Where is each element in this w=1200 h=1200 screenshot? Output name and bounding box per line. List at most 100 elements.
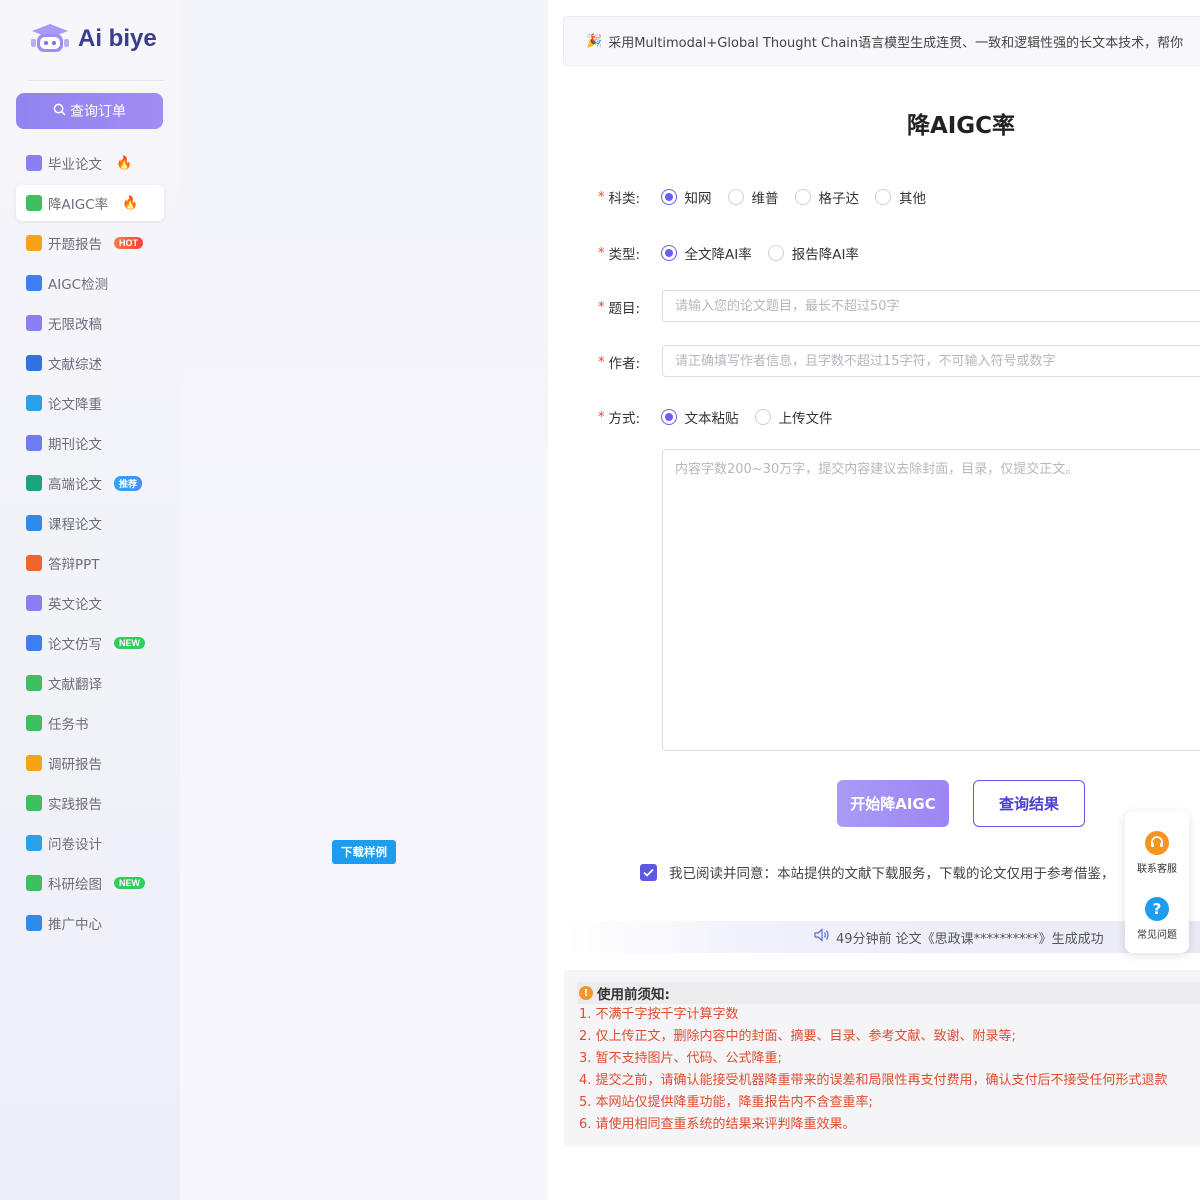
question-icon: ?	[1145, 897, 1169, 921]
contact-service-button[interactable]: 联系客服	[1125, 831, 1189, 875]
book-icon	[26, 355, 42, 371]
category-radio-group: 知网 维普 格子达 其他	[660, 187, 943, 207]
ppt-icon	[26, 555, 42, 571]
sidebar-item-label: 英文论文	[48, 597, 102, 613]
sidebar-item-label: AIGC检测	[48, 277, 109, 293]
agree-checkbox[interactable]	[640, 863, 657, 881]
sidebar-item[interactable]: 科研绘图 NEW	[16, 865, 164, 901]
sidebar-item[interactable]: 无限改稿	[16, 305, 164, 341]
sidebar-item-label: 降AIGC率	[48, 197, 109, 213]
method-radio-option[interactable]: 上传文件	[754, 407, 833, 427]
start-reduce-aigc-button[interactable]: 开始降AIGC	[837, 780, 949, 827]
notice-line: 6. 请使用相同查重系统的结果来评判降重效果。	[579, 1117, 856, 1132]
sidebar-item[interactable]: 课程论文	[16, 505, 164, 541]
activity-ticker: 49分钟前 论文《思政课**********》生成成功	[566, 921, 1200, 953]
download-sample-button[interactable]: 下载样例	[332, 840, 396, 864]
radio-dot	[794, 189, 811, 205]
radio-dot	[754, 409, 771, 425]
topic-row: * 题目:	[598, 297, 661, 318]
radio-label: 其他	[899, 191, 926, 207]
robot-logo-icon	[28, 22, 72, 56]
speaker-icon	[814, 928, 836, 946]
sidebar-item[interactable]: 开题报告 HOT	[16, 225, 164, 261]
radio-label: 报告降AI率	[791, 247, 859, 263]
sidebar-item[interactable]: 论文仿写 NEW	[16, 625, 164, 661]
agreement: 我已阅读并同意：本站提供的文献下载服务，下载的论文仅用于参考借鉴，	[640, 862, 1115, 882]
notice-line: 3. 暂不支持图片、代码、公式降重;	[579, 1051, 782, 1066]
radio-label: 文本粘贴	[684, 411, 739, 427]
sidebar-item[interactable]: 文献综述	[16, 345, 164, 381]
announcement-text: 采用Multimodal+Global Thought Chain语言模型生成连…	[608, 35, 1184, 51]
badge: HOT	[114, 237, 143, 249]
category-radio-option[interactable]: 知网	[660, 187, 712, 207]
type-radio-option[interactable]: 报告降AI率	[767, 243, 859, 263]
notice-title: ! 使用前须知:	[577, 982, 1200, 1004]
author-input[interactable]	[662, 345, 1200, 377]
pen-paper-icon	[26, 635, 42, 651]
sidebar-item[interactable]: 答辩PPT	[16, 545, 164, 581]
notice-line: 2. 仅上传正文，删除内容中的封面、摘要、目录、参考文献、致谢、附录等;	[579, 1029, 1016, 1044]
content-textarea[interactable]	[662, 449, 1200, 751]
fire-icon: 🔥	[116, 155, 133, 171]
preview-panel: 下载样例	[180, 0, 548, 1200]
openai-icon	[26, 475, 42, 491]
sidebar-item-label: 无限改稿	[48, 317, 102, 333]
sidebar-item-label: 开题报告	[48, 237, 102, 253]
image-icon	[26, 875, 42, 891]
query-result-button[interactable]: 查询结果	[973, 780, 1085, 827]
method-radio-option[interactable]: 文本粘贴	[660, 407, 739, 427]
rewrite-icon	[26, 315, 42, 331]
sidebar-item[interactable]: 推广中心	[16, 905, 164, 941]
main-content: 🎉 采用Multimodal+Global Thought Chain语言模型生…	[548, 0, 1200, 1200]
required-mark: *	[598, 354, 605, 370]
sidebar-item[interactable]: AIGC检测	[16, 265, 164, 301]
sidebar-item[interactable]: 降AIGC率 🔥	[16, 185, 164, 221]
sidebar-item-label: 文献综述	[48, 357, 102, 373]
sidebar-item[interactable]: 任务书	[16, 705, 164, 741]
sidebar-item[interactable]: 问卷设计	[16, 825, 164, 861]
notice-lines: 1. 不满千字按千字计算字数 2. 仅上传正文，删除内容中的封面、摘要、目录、参考…	[579, 1004, 1200, 1136]
ai-shield-icon	[26, 195, 42, 211]
type-row: * 类型: 全文降AI率 报告降AI率	[598, 243, 875, 263]
author-label: 作者:	[608, 356, 641, 372]
sidebar-item[interactable]: 调研报告	[16, 745, 164, 781]
category-radio-option[interactable]: 维普	[727, 187, 779, 207]
category-radio-option[interactable]: 其他	[875, 187, 926, 207]
divider	[28, 80, 164, 81]
sidebar-item[interactable]: 实践报告	[16, 785, 164, 821]
sidebar-item-label: 课程论文	[48, 517, 102, 533]
category-radio-option[interactable]: 格子达	[794, 187, 859, 207]
type-label: 类型:	[608, 247, 641, 263]
questionnaire-icon	[26, 835, 42, 851]
sidebar-item-label: 文献翻译	[48, 677, 102, 693]
sidebar-item[interactable]: 文献翻译	[16, 665, 164, 701]
ticker-text: 49分钟前 论文《思政课**********》生成成功	[836, 931, 1104, 947]
notice-title-text: 使用前须知:	[597, 987, 670, 1003]
sidebar-item[interactable]: 英文论文	[16, 585, 164, 621]
badge: NEW	[114, 877, 145, 889]
query-order-button[interactable]: 查询订单	[16, 93, 163, 129]
sidebar-item-label: 任务书	[48, 717, 89, 733]
type-radio-option[interactable]: 全文降AI率	[660, 243, 752, 263]
notice-line: 4. 提交之前，请确认能接受机器降重带来的误差和局限性再支付费用，确认支付后不接…	[579, 1073, 1168, 1088]
sidebar-item[interactable]: 高端论文 推荐	[16, 465, 164, 501]
fire-icon: 🔥	[122, 195, 139, 211]
notice-line: 5. 本网站仅提供降重功能，降重报告内不含查重率;	[579, 1095, 873, 1110]
logo[interactable]: Ai biye	[28, 22, 157, 56]
radio-dot	[727, 189, 744, 205]
page-title: 降AIGC率	[906, 113, 1016, 139]
sidebar-item[interactable]: 期刊论文	[16, 425, 164, 461]
sidebar-item-label: 毕业论文	[48, 157, 102, 173]
topic-input[interactable]	[662, 290, 1200, 322]
party-popper-icon: 🎉	[586, 33, 603, 49]
sidebar-nav: 毕业论文 🔥 降AIGC率 🔥 开题报告 HOT AIGC检测 无限改稿文献综述论文降重期刊论…	[16, 145, 164, 945]
sidebar-item-label: 期刊论文	[48, 437, 102, 453]
method-row: * 方式: 文本粘贴 上传文件	[598, 407, 849, 427]
type-radio-group: 全文降AI率 报告降AI率	[660, 243, 875, 263]
sidebar-item[interactable]: 论文降重	[16, 385, 164, 421]
usage-notice: ! 使用前须知: 1. 不满千字按千字计算字数 2. 仅上传正文，删除内容中的封面…	[564, 970, 1200, 1146]
sidebar-item[interactable]: 毕业论文 🔥	[16, 145, 164, 181]
radio-label: 知网	[684, 191, 712, 207]
survey-icon	[26, 755, 42, 771]
faq-button[interactable]: ? 常见问题	[1125, 897, 1189, 941]
